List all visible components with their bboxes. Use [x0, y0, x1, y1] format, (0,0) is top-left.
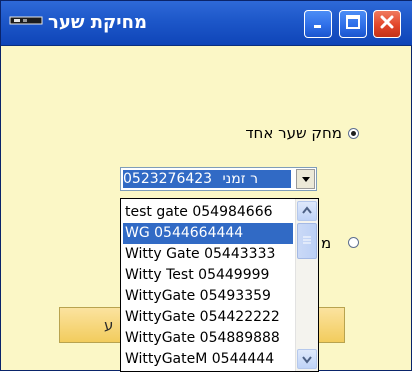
combobox-dropdown-button[interactable] [296, 169, 315, 189]
app-icon [9, 12, 43, 28]
minimize-button[interactable] [304, 10, 332, 38]
close-button[interactable] [373, 10, 401, 38]
list-item[interactable]: WittyGate 054889888 [123, 328, 293, 349]
gate-dropdown-list[interactable]: test gate 054984666 WG 0544664444 Witty … [120, 198, 319, 372]
maximize-button[interactable] [339, 10, 367, 38]
list-item[interactable]: WittyGateM 0544444 [123, 349, 293, 370]
list-item[interactable]: Witty Gate 05443333 [123, 244, 293, 265]
list-item[interactable]: Witty Test 05449999 [123, 265, 293, 286]
list-item[interactable]: WittyGate 05493359 [123, 286, 293, 307]
vertical-scrollbar[interactable] [295, 199, 318, 371]
combobox-selected-value: 0523276423 ר זמני [123, 170, 291, 188]
grip-icon [298, 236, 316, 262]
action-button-label-partial: ע [104, 316, 114, 334]
radio-button-unchecked[interactable] [348, 236, 359, 248]
delete-gate-window: מחיקת שער מחק שער אחד 0523276423 ר זמני … [0, 0, 412, 372]
scroll-thumb[interactable] [297, 223, 317, 259]
radio-second-option[interactable] [342, 232, 359, 252]
maximize-icon [345, 14, 361, 34]
chevron-down-icon [300, 170, 312, 189]
list-item-selected[interactable]: WG 0544664444 [123, 223, 293, 244]
minimize-icon [311, 15, 325, 34]
title-bar[interactable]: מחיקת שער [1, 1, 412, 46]
chevron-up-icon [301, 202, 313, 221]
gate-combobox[interactable]: 0523276423 ר זמני [120, 167, 317, 191]
chevron-down-icon [301, 350, 313, 369]
close-icon [379, 14, 395, 34]
radio-second-label-partial: מ [321, 234, 332, 252]
scroll-up-button[interactable] [297, 201, 317, 221]
list-item[interactable]: test gate 054984666 [123, 202, 293, 223]
window-title: מחיקת שער [48, 12, 147, 33]
radio-delete-one[interactable]: מחק שער אחד [245, 123, 359, 143]
radio-delete-one-label: מחק שער אחד [245, 124, 342, 142]
list-item[interactable]: WittyGate 054422222 [123, 307, 293, 328]
scroll-down-button[interactable] [297, 349, 317, 369]
radio-button-checked[interactable] [348, 127, 359, 139]
